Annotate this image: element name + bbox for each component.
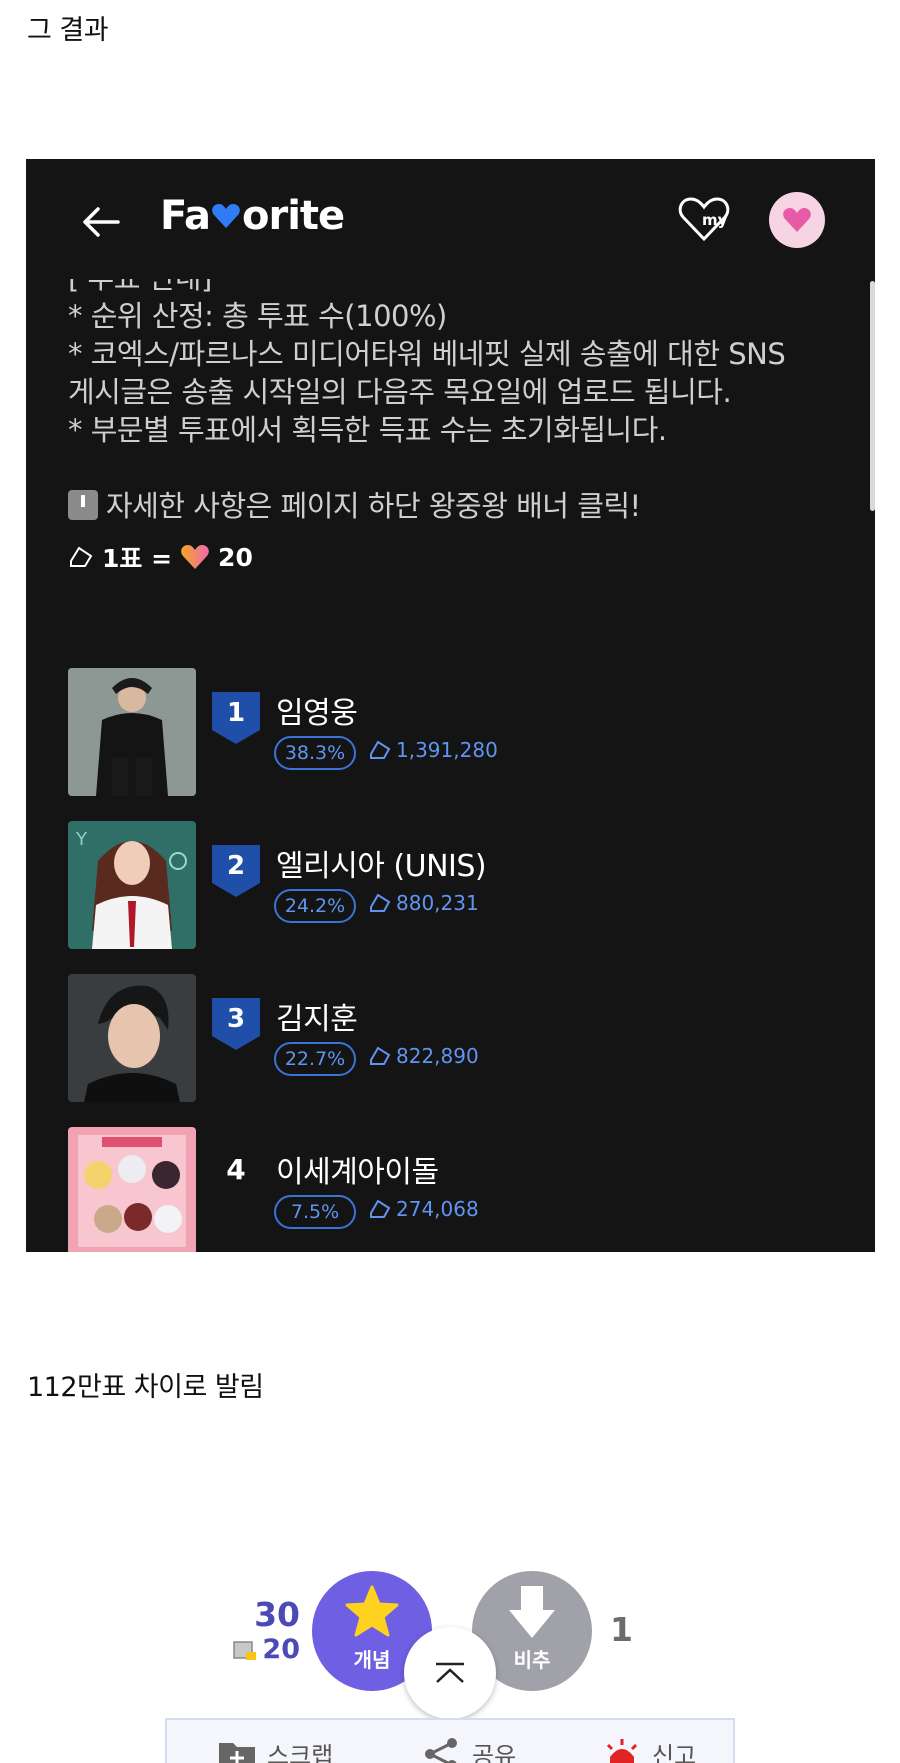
vote-count-text: 822,890 (396, 1044, 479, 1068)
desc-line: 게시글은 송출 시작일의 다음주 목요일에 업로드 됩니다. (68, 375, 732, 409)
scroll-top-button[interactable] (404, 1627, 496, 1719)
vote-percent: 7.5% (274, 1195, 356, 1229)
scrap-button[interactable]: 스크랩 (217, 1736, 333, 1763)
favorite-logo: Fa orite (160, 193, 345, 239)
rank-badge: 3 (210, 996, 262, 1052)
rank-number: 3 (226, 1004, 246, 1034)
rank-number: 2 (226, 851, 246, 881)
ticket-icon (370, 1046, 391, 1065)
down-arrow-icon (509, 1585, 555, 1638)
rank-number: 1 (226, 698, 246, 728)
logo-heart-icon (212, 204, 240, 228)
vote-count-text: 1,391,280 (396, 738, 498, 762)
ticket-icon (370, 893, 391, 912)
desc-line: * 부문별 투표에서 획득한 득표 수는 초기화됩니다. (68, 413, 667, 447)
vote-info-text: [ 투표 안내] * 순위 산정: 총 투표 수(100%) * 코엑스/파르나… (68, 259, 858, 525)
star-icon (345, 1585, 399, 1636)
share-icon (425, 1737, 457, 1763)
my-label: my (702, 211, 728, 229)
siren-icon (606, 1738, 638, 1763)
ranking-item[interactable]: Y 2 엘리시아 (UNIS) 24.2% 880,231 (68, 821, 828, 949)
rank-badge: 1 (210, 690, 262, 746)
artist-photo (68, 1127, 196, 1252)
ranking-item[interactable]: 3 김지훈 22.7% 822,890 (68, 974, 828, 1102)
desc-line: * 코엑스/파르나스 미디어타워 베네핏 실제 송출에 대한 SNS (68, 337, 786, 371)
vote-count: 880,231 (368, 891, 479, 915)
folder-plus-icon (219, 1742, 255, 1763)
vote-count-text: 880,231 (396, 891, 479, 915)
recommend-count: 30 (254, 1595, 300, 1634)
ticket-icon (370, 1199, 391, 1218)
report-button[interactable]: 신고 (602, 1736, 696, 1763)
vote-percent: 22.7% (274, 1042, 356, 1076)
rank-number: 4 (226, 1153, 246, 1186)
downvote-count: 1 (610, 1610, 633, 1649)
back-arrow-icon[interactable] (78, 199, 124, 245)
vote-percent: 38.3% (274, 736, 356, 770)
artist-photo (68, 668, 196, 796)
down-arrow-icon (68, 490, 98, 520)
rank-badge: 2 (210, 843, 262, 899)
artist-photo: Y (68, 821, 196, 949)
vote-percent: 24.2% (274, 889, 356, 923)
member-icon (233, 1640, 257, 1660)
chevron-up-icon (436, 1662, 464, 1683)
ticket-icon (370, 740, 391, 759)
artist-name: 이세계아이돌 (276, 1155, 439, 1190)
sub-count-text: 20 (262, 1634, 300, 1665)
scrap-label: 스크랩 (267, 1742, 334, 1763)
vote-count: 822,890 (368, 1044, 479, 1068)
ranking-item[interactable]: 4 이세계아이돌 7.5% 274,068 (68, 1127, 828, 1252)
sub-recommend-count: 20 (220, 1634, 300, 1665)
recommend-label: 개념 (353, 1647, 391, 1672)
artist-name: 임영웅 (276, 696, 358, 731)
share-label: 공유 (472, 1742, 517, 1763)
profile-button[interactable] (769, 192, 825, 248)
desc-line: * 순위 산정: 총 투표 수(100%) (68, 299, 447, 333)
scrollbar[interactable] (870, 281, 875, 511)
artist-photo (68, 974, 196, 1102)
post-text-result: 그 결과 (27, 15, 109, 46)
logo-text-suffix: orite (241, 193, 345, 239)
svg-text:Y: Y (75, 829, 88, 850)
vote-count: 274,068 (368, 1197, 479, 1221)
embedded-app-screenshot: Fa orite my [ 투표 안내] * 순위 산정: 총 투표 수(100… (26, 159, 875, 1252)
ticket-icon (70, 546, 93, 567)
app-header: Fa orite my (26, 159, 875, 279)
downvote-label: 비추 (513, 1647, 551, 1672)
rate-left-text: 1표 = (102, 544, 173, 573)
rate-right-text: 20 (218, 542, 253, 572)
vote-rate: 1표 = 20 (68, 539, 253, 575)
report-label: 신고 (652, 1742, 697, 1763)
gold-heart-icon (181, 545, 209, 569)
post-action-bar: 스크랩 공유 신고 (165, 1718, 735, 1763)
vote-count: 1,391,280 (368, 738, 498, 762)
share-button[interactable]: 공유 (422, 1736, 516, 1763)
recommend-counts: 30 20 (220, 1595, 300, 1665)
banner-note-text: 자세한 사항은 페이지 하단 왕중왕 배너 클릭! (106, 489, 641, 523)
post-text-summary: 112만표 차이로 발림 (27, 1372, 264, 1403)
artist-name: 김지훈 (276, 1002, 358, 1037)
logo-text-prefix: Fa (160, 193, 211, 239)
ranking-item[interactable]: 1 임영웅 38.3% 1,391,280 (68, 668, 828, 796)
vote-count-text: 274,068 (396, 1197, 479, 1221)
artist-name: 엘리시아 (UNIS) (276, 849, 487, 884)
banner-note: 자세한 사항은 페이지 하단 왕중왕 배너 클릭! (68, 487, 858, 525)
pink-heart-icon (783, 208, 811, 232)
